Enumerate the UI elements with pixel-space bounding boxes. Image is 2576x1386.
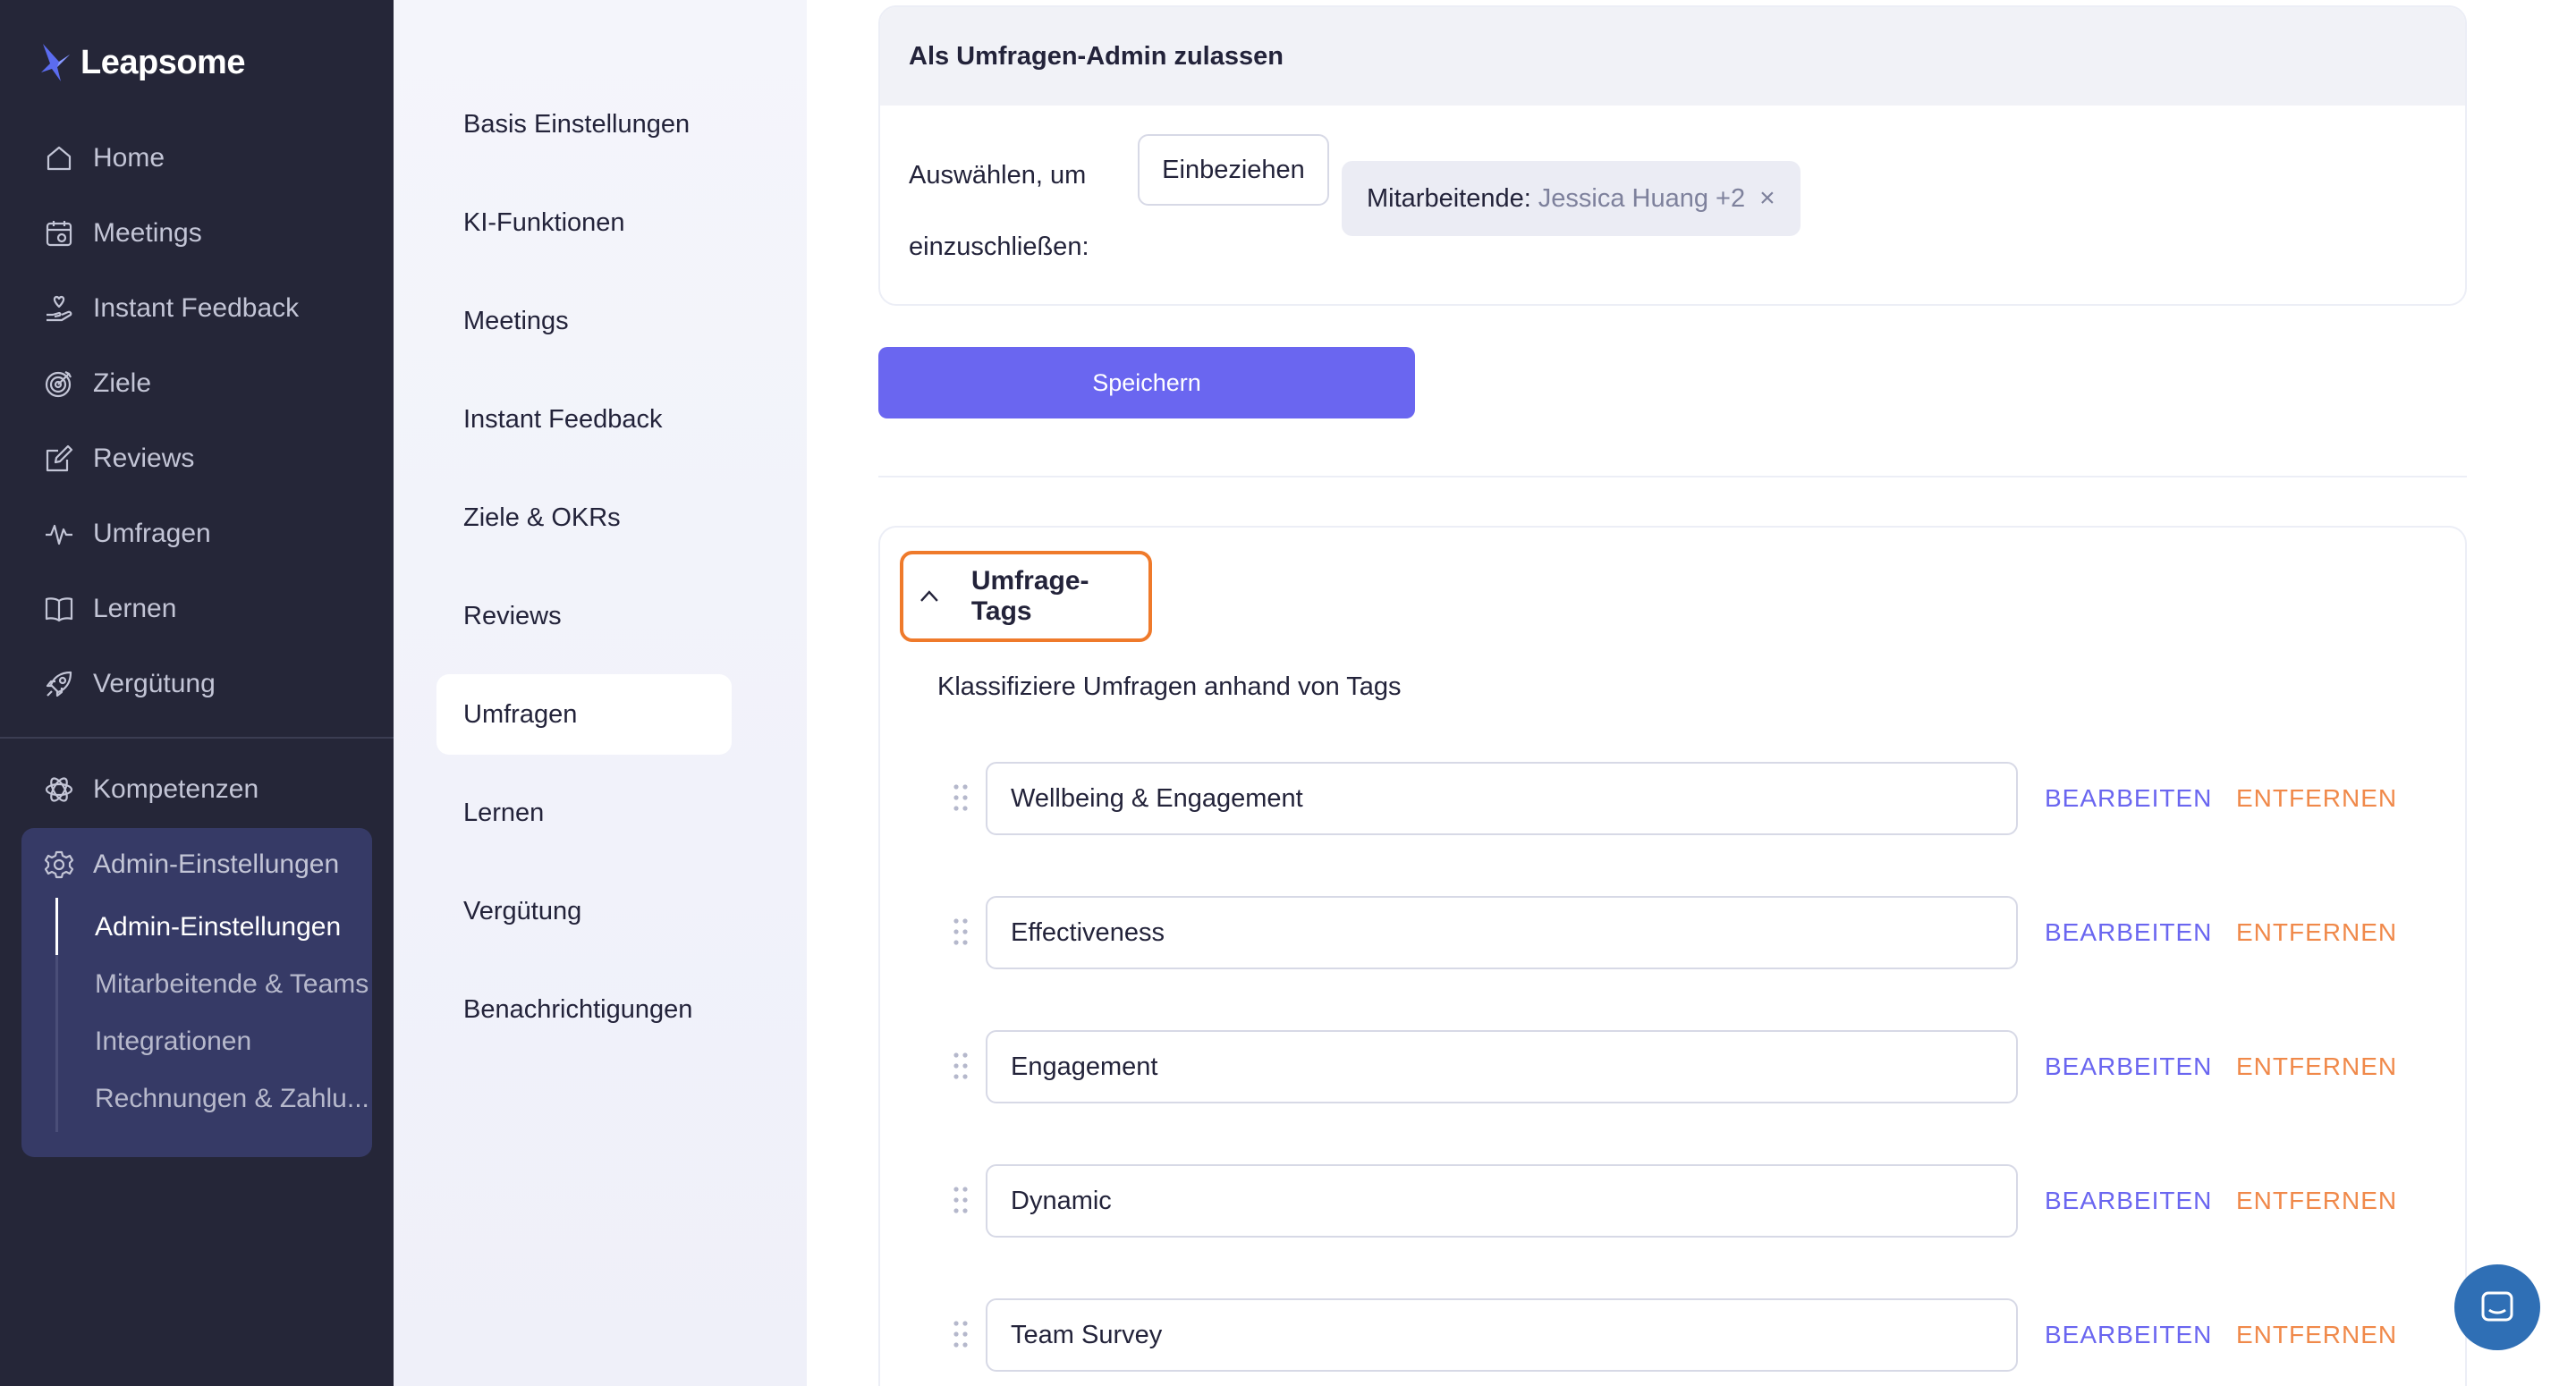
sidebar-item-label: Home (93, 143, 165, 173)
settings-navigation: Basis Einstellungen KI-Funktionen Meetin… (394, 0, 807, 1386)
drag-handle-icon[interactable] (952, 1050, 970, 1082)
hand-heart-icon (43, 292, 75, 325)
drag-handle-icon[interactable] (952, 916, 970, 948)
edit-icon (43, 443, 75, 475)
submenu-item-integrationen[interactable]: Integrationen (95, 1019, 251, 1064)
target-icon (43, 368, 75, 400)
survey-admin-card: Als Umfragen-Admin zulassen Auswählen, u… (878, 5, 2467, 306)
tag-name-input[interactable] (986, 1164, 2018, 1238)
include-button[interactable]: Einbeziehen (1138, 134, 1329, 206)
tag-row: BEARBEITEN ENTFERNEN (952, 1298, 2396, 1372)
tag-name-input[interactable] (986, 1298, 2018, 1372)
sidebar-item-reviews[interactable]: Reviews (43, 436, 194, 481)
survey-tags-toggle[interactable]: Umfrage-Tags (900, 551, 1152, 642)
settings-item-benachrichtigungen[interactable]: Benachrichtigungen (436, 969, 732, 1050)
submenu-item-mitarbeitende-teams[interactable]: Mitarbeitende & Teams (95, 962, 369, 1007)
submenu-item-admin-einstellungen[interactable]: Admin-Einstellungen (95, 905, 341, 950)
tag-row: BEARBEITEN ENTFERNEN (952, 1164, 2396, 1238)
submenu-active-indicator (55, 898, 58, 955)
tag-remove-button[interactable]: ENTFERNEN (2236, 896, 2397, 969)
calendar-icon (43, 217, 75, 249)
tag-remove-button[interactable]: ENTFERNEN (2236, 1030, 2397, 1103)
sidebar-item-lernen[interactable]: Lernen (43, 587, 176, 631)
settings-item-basis[interactable]: Basis Einstellungen (436, 84, 732, 165)
brand-name: Leapsome (80, 43, 245, 81)
rocket-icon (43, 668, 75, 700)
main-sidebar: Leapsome Home Meetings Instant Feedback … (0, 0, 394, 1386)
tag-edit-button[interactable]: BEARBEITEN (2045, 762, 2212, 835)
sidebar-item-ziele[interactable]: Ziele (43, 361, 151, 406)
chat-icon (2481, 1291, 2513, 1322)
tag-row: BEARBEITEN ENTFERNEN (952, 896, 2396, 969)
sidebar-item-kompetenzen[interactable]: Kompetenzen (43, 767, 258, 812)
save-button[interactable]: Speichern (878, 347, 1415, 418)
survey-tags-title: Umfrage-Tags (970, 566, 1089, 626)
settings-item-umfragen[interactable]: Umfragen (436, 674, 732, 755)
drag-handle-icon[interactable] (952, 1184, 970, 1216)
tag-name-input[interactable] (986, 1030, 2018, 1103)
tag-edit-button[interactable]: BEARBEITEN (2045, 1030, 2212, 1103)
chat-launcher-button[interactable] (2454, 1264, 2540, 1350)
book-icon (43, 593, 75, 625)
tag-edit-button[interactable]: BEARBEITEN (2045, 1298, 2212, 1372)
sidebar-item-verguetung[interactable]: Vergütung (43, 662, 216, 706)
tag-remove-button[interactable]: ENTFERNEN (2236, 1298, 2397, 1372)
survey-tags-description: Klassifiziere Umfragen anhand von Tags (937, 672, 1402, 701)
tag-row: BEARBEITEN ENTFERNEN (952, 762, 2396, 835)
leapsome-logo[interactable]: Leapsome (39, 38, 245, 88)
chevron-up-icon (920, 590, 938, 602)
gear-icon (43, 849, 75, 881)
employee-filter-chip[interactable]: Mitarbeitende: Jessica Huang +2 × (1342, 161, 1801, 236)
settings-item-meetings[interactable]: Meetings (436, 281, 732, 361)
sidebar-item-label: Instant Feedback (93, 293, 300, 323)
settings-item-lernen[interactable]: Lernen (436, 773, 732, 853)
main-content: Als Umfragen-Admin zulassen Auswählen, u… (807, 0, 2576, 1386)
atom-icon (43, 773, 75, 806)
chip-label: Mitarbeitende: (1367, 183, 1531, 213)
settings-item-reviews[interactable]: Reviews (436, 576, 732, 656)
drag-handle-icon[interactable] (952, 782, 970, 814)
tag-name-input[interactable] (986, 762, 2018, 835)
sidebar-divider (0, 737, 394, 739)
settings-item-ki-funktionen[interactable]: KI-Funktionen (436, 182, 732, 263)
tag-remove-button[interactable]: ENTFERNEN (2236, 1164, 2397, 1238)
chip-value: Jessica Huang +2 (1538, 183, 1746, 213)
home-icon (43, 142, 75, 174)
select-include-label: Auswählen, um einzuschließen: (909, 161, 1089, 261)
sidebar-item-instant-feedback[interactable]: Instant Feedback (43, 286, 299, 331)
tag-row: BEARBEITEN ENTFERNEN (952, 1030, 2396, 1103)
sidebar-item-admin-einstellungen[interactable]: Admin-Einstellungen (43, 842, 339, 887)
survey-admin-card-title: Als Umfragen-Admin zulassen (880, 7, 2465, 106)
leapsome-logo-icon (41, 44, 70, 81)
sidebar-item-label: Umfragen (93, 519, 211, 548)
tag-remove-button[interactable]: ENTFERNEN (2236, 762, 2397, 835)
sidebar-item-label: Reviews (93, 444, 195, 473)
close-icon[interactable]: × (1759, 183, 1775, 214)
section-divider (878, 476, 2467, 477)
settings-item-verguetung[interactable]: Vergütung (436, 871, 732, 951)
sidebar-item-label: Kompetenzen (93, 774, 259, 804)
sidebar-item-meetings[interactable]: Meetings (43, 211, 202, 256)
survey-tags-card: Umfrage-Tags Klassifiziere Umfragen anha… (878, 526, 2467, 1386)
sidebar-item-label: Admin-Einstellungen (93, 849, 340, 879)
sidebar-item-label: Meetings (93, 218, 202, 248)
sidebar-item-label: Lernen (93, 594, 177, 623)
tag-name-input[interactable] (986, 896, 2018, 969)
sidebar-item-label: Vergütung (93, 669, 216, 698)
tag-edit-button[interactable]: BEARBEITEN (2045, 1164, 2212, 1238)
sidebar-item-umfragen[interactable]: Umfragen (43, 511, 211, 556)
tag-edit-button[interactable]: BEARBEITEN (2045, 896, 2212, 969)
submenu-item-rechnungen[interactable]: Rechnungen & Zahlu... (95, 1077, 369, 1121)
sidebar-item-label: Ziele (93, 368, 152, 398)
pulse-icon (43, 518, 75, 550)
settings-item-instant-feedback[interactable]: Instant Feedback (436, 379, 732, 460)
drag-handle-icon[interactable] (952, 1318, 970, 1350)
sidebar-item-home[interactable]: Home (43, 136, 165, 181)
settings-item-ziele-okrs[interactable]: Ziele & OKRs (436, 477, 732, 558)
